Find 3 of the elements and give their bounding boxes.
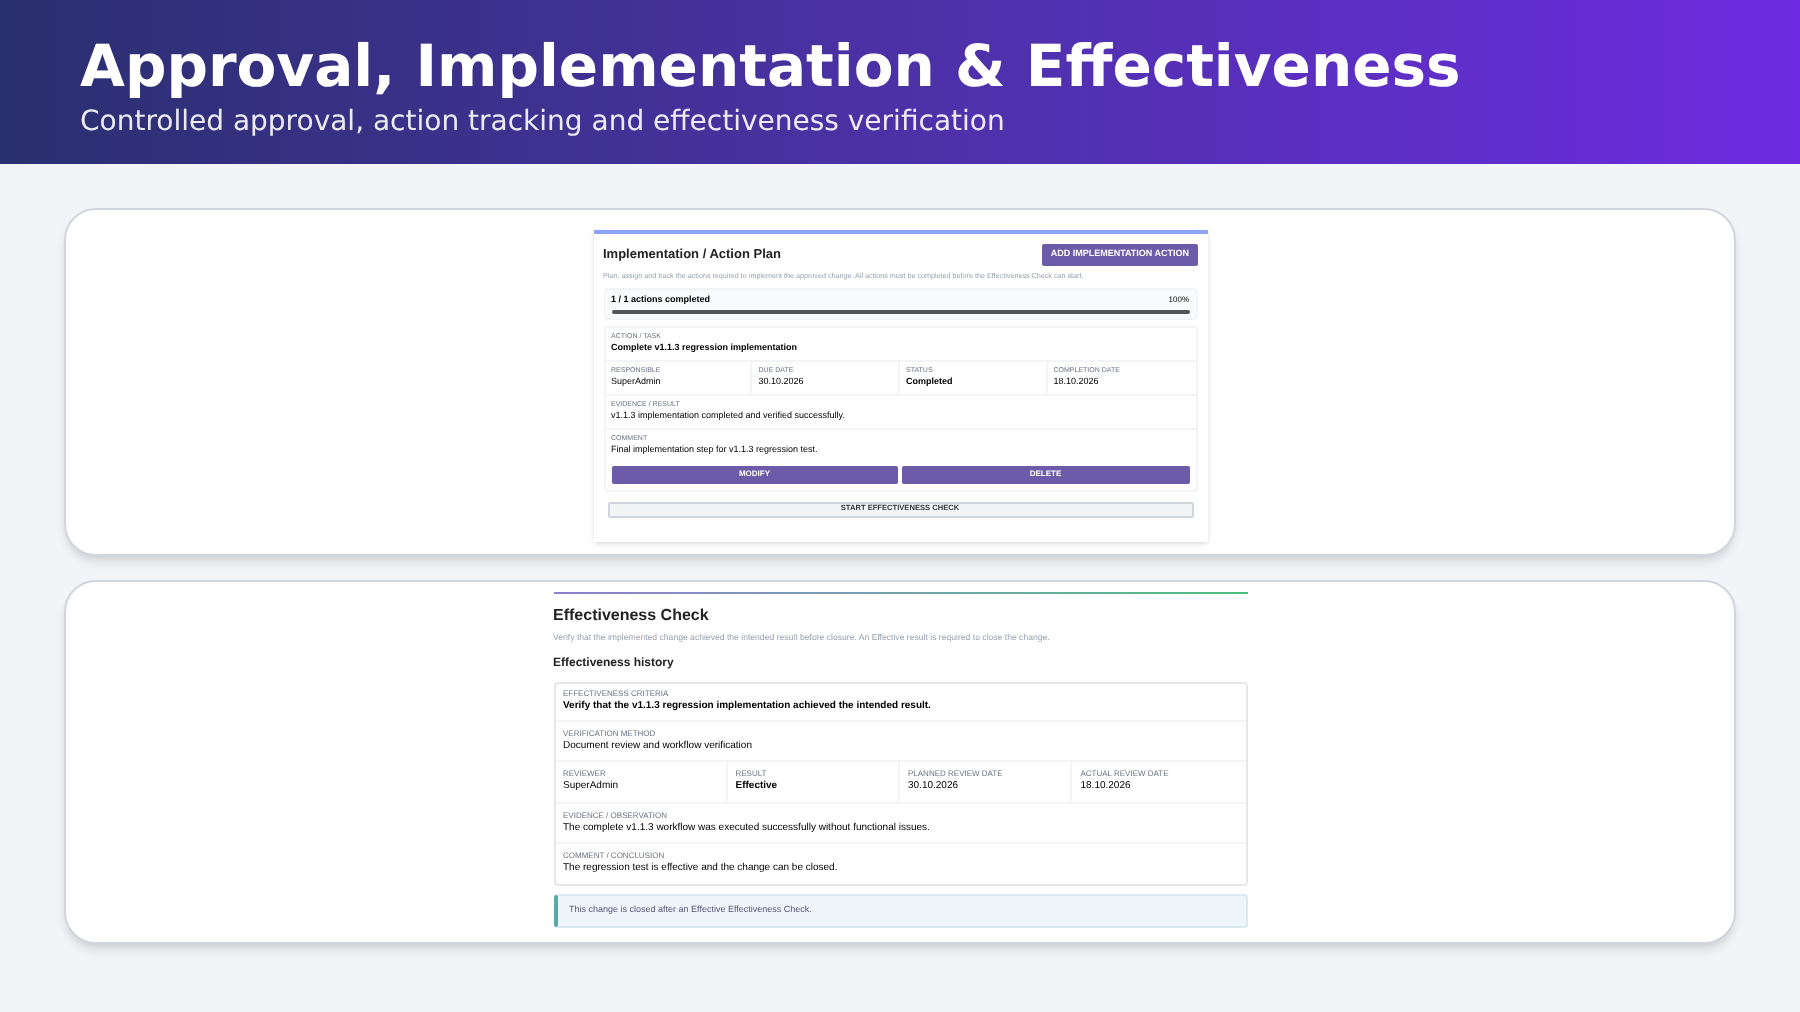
page-title: Approval, Implementation & Effectiveness: [80, 30, 1463, 104]
section-title: Effectiveness Check: [553, 604, 711, 628]
page-subtitle: Controlled approval, action tracking and effectiveness verification: [80, 104, 1007, 140]
